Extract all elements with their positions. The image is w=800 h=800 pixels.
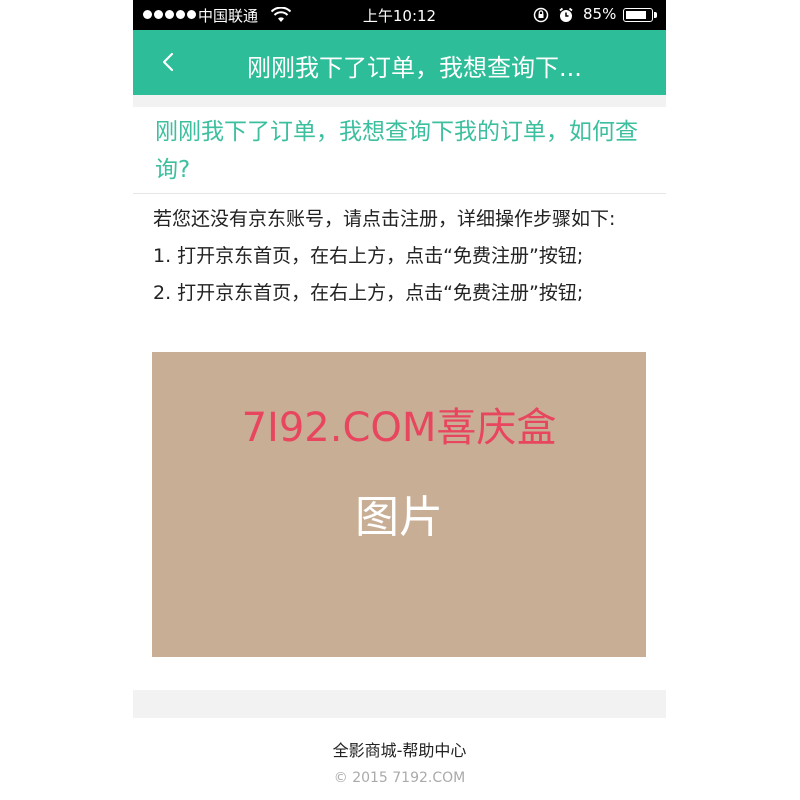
rotation-lock-icon: [533, 7, 549, 27]
answer-intro: 若您还没有京东账号，请点击注册，详细操作步骤如下:: [153, 208, 616, 230]
battery-level-fill: [626, 11, 646, 19]
back-button[interactable]: [153, 44, 183, 80]
nav-title: 刚刚我下了订单，我想查询下...: [247, 54, 582, 82]
alarm-icon: [558, 7, 574, 27]
battery-percent: 85%: [583, 5, 617, 23]
divider: [133, 193, 666, 194]
copyright-text: © 2015 7192.COM: [333, 770, 466, 786]
image-placeholder: 7I92.COM喜庆盒 图片: [152, 352, 646, 657]
chevron-left-icon: [162, 52, 174, 72]
nav-bar: 刚刚我下了订单，我想查询下...: [133, 30, 666, 95]
answer-step-1: 1. 打开京东首页，在右上方，点击“免费注册”按钮;: [153, 245, 584, 267]
battery-icon: [623, 8, 653, 22]
footer-separator: [133, 690, 666, 718]
phone-screen: 中国联通 上午10:12 85% 刚刚我下了订单，我想查询下... 刚刚我下了订…: [133, 0, 666, 800]
status-bar: 中国联通 上午10:12 85%: [133, 0, 666, 30]
answer-step-2: 2. 打开京东首页，在右上方，点击“免费注册”按钮;: [153, 282, 584, 304]
question-title: 刚刚我下了订单，我想查询下我的订单，如何查询?: [155, 119, 638, 183]
footer-title: 全影商城-帮助中心: [332, 741, 467, 760]
battery-tip: [654, 12, 657, 18]
answer-body: 若您还没有京东账号，请点击注册，详细操作步骤如下: 1. 打开京东首页，在右上方…: [153, 205, 653, 316]
image-placeholder-label: 图片: [355, 492, 443, 543]
image-watermark: 7I92.COM喜庆盒: [241, 405, 557, 451]
section-separator: [133, 95, 666, 107]
